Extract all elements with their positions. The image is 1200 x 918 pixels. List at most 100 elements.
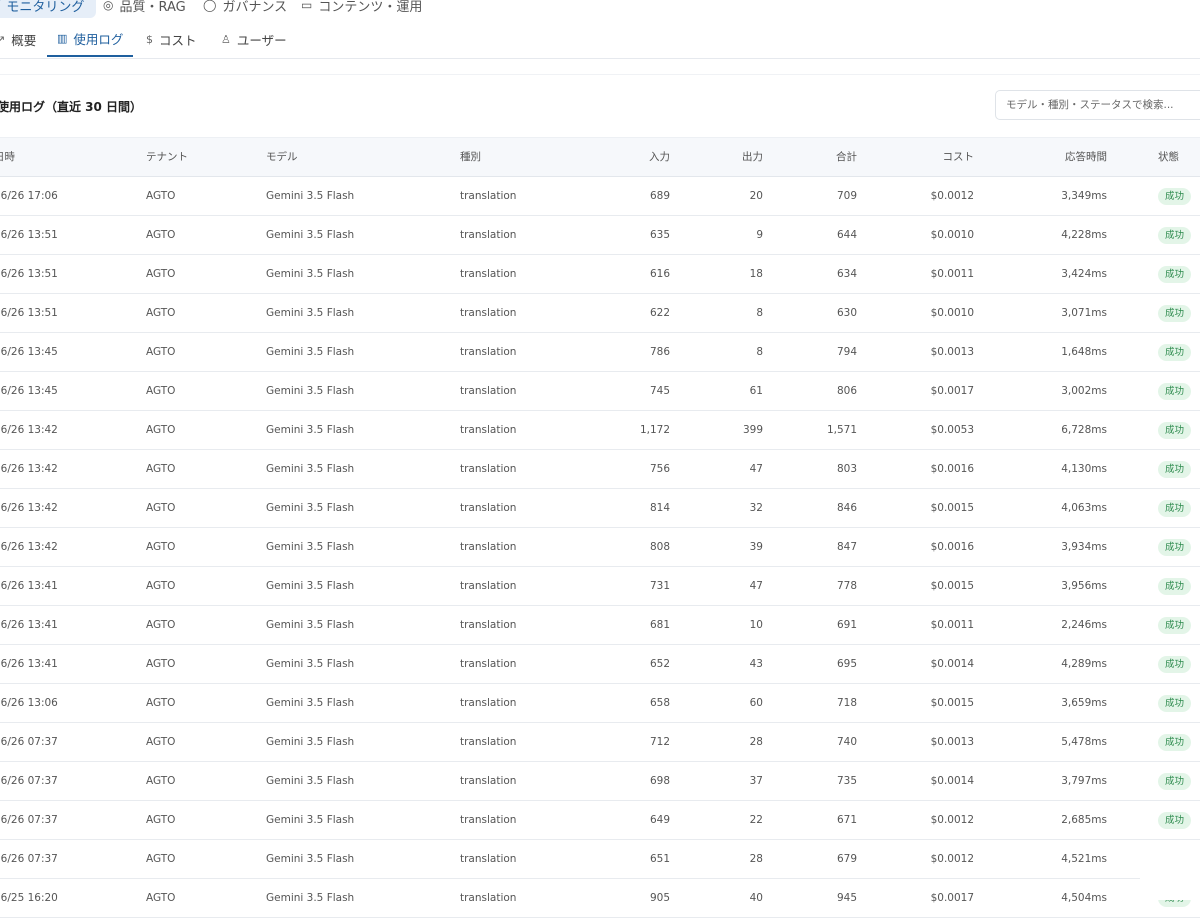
cell-output-tokens: 37 <box>750 762 763 800</box>
cell-datetime: 06/26 13:42 <box>0 489 58 527</box>
cell-status: 成功 <box>1158 723 1191 761</box>
table-row[interactable]: 06/26 13:42AGTOGemini 3.5 Flashtranslati… <box>0 528 1200 567</box>
table-row[interactable]: 06/26 07:37AGTOGemini 3.5 Flashtranslati… <box>0 801 1200 840</box>
table-row[interactable]: 06/26 07:37AGTOGemini 3.5 Flashtranslati… <box>0 723 1200 762</box>
cell-status: 成功 <box>1158 177 1191 215</box>
page-title: 使用ログ（直近 30 日間） <box>0 98 142 115</box>
cell-input-tokens: 652 <box>650 645 670 683</box>
cell-status: 成功 <box>1158 762 1191 800</box>
cell-type: translation <box>460 567 516 605</box>
cell-latency: 4,063ms <box>1061 489 1107 527</box>
cell-model: Gemini 3.5 Flash <box>266 723 354 761</box>
cell-model: Gemini 3.5 Flash <box>266 411 354 449</box>
cell-tenant: AGTO <box>146 177 175 215</box>
table-row[interactable]: 06/26 07:37AGTOGemini 3.5 Flashtranslati… <box>0 762 1200 801</box>
cell-cost: $0.0015 <box>931 567 974 605</box>
tab-label: ユーザー <box>237 30 287 49</box>
table-row[interactable]: 06/26 13:42AGTOGemini 3.5 Flashtranslati… <box>0 489 1200 528</box>
topnav-item-governance[interactable]: ◯ ガバナンス <box>203 0 287 18</box>
cell-total-tokens: 695 <box>837 645 857 683</box>
cell-model: Gemini 3.5 Flash <box>266 216 354 254</box>
cell-model: Gemini 3.5 Flash <box>266 684 354 722</box>
cell-tenant: AGTO <box>146 294 175 332</box>
search-input[interactable] <box>996 91 1200 119</box>
cell-input-tokens: 651 <box>650 840 670 878</box>
search-box[interactable] <box>995 90 1200 120</box>
column-header-input[interactable]: 入力 <box>649 138 670 176</box>
cell-total-tokens: 735 <box>837 762 857 800</box>
column-header-cost[interactable]: コスト <box>943 138 975 176</box>
dollar-icon: $ <box>146 33 153 46</box>
table-row[interactable]: 06/25 16:20AGTOGemini 3.5 Flashtranslati… <box>0 879 1200 918</box>
cell-datetime: 06/26 13:51 <box>0 255 58 293</box>
cell-model: Gemini 3.5 Flash <box>266 801 354 839</box>
cell-total-tokens: 740 <box>837 723 857 761</box>
cell-model: Gemini 3.5 Flash <box>266 177 354 215</box>
cell-datetime: 06/25 16:20 <box>0 879 58 917</box>
table-row[interactable]: 06/26 17:06AGTOGemini 3.5 Flashtranslati… <box>0 177 1200 216</box>
column-header-datetime[interactable]: 日時 <box>0 138 15 176</box>
cell-total-tokens: 945 <box>837 879 857 917</box>
table-body: 06/26 17:06AGTOGemini 3.5 Flashtranslati… <box>0 177 1200 918</box>
cell-total-tokens: 634 <box>837 255 857 293</box>
cell-total-tokens: 671 <box>837 801 857 839</box>
cell-input-tokens: 786 <box>650 333 670 371</box>
status-badge: 成功 <box>1158 227 1191 244</box>
cell-cost: $0.0016 <box>931 450 974 488</box>
column-header-output[interactable]: 出力 <box>742 138 763 176</box>
tab-usage-log[interactable]: ▥ 使用ログ <box>47 22 133 57</box>
cell-cost: $0.0012 <box>931 177 974 215</box>
topnav-item-monitoring[interactable]: ⟋ モニタリング <box>0 0 96 18</box>
divider <box>0 74 1200 75</box>
column-header-type[interactable]: 種別 <box>460 138 481 176</box>
table-header: 日時 テナント モデル 種別 入力 出力 合計 コスト 応答時間 状態 <box>0 137 1200 177</box>
cell-output-tokens: 32 <box>750 489 763 527</box>
tab-cost[interactable]: $ コスト <box>146 22 197 57</box>
cell-type: translation <box>460 645 516 683</box>
table-row[interactable]: 06/26 13:41AGTOGemini 3.5 Flashtranslati… <box>0 645 1200 684</box>
cell-datetime: 06/26 13:06 <box>0 684 58 722</box>
cell-status: 成功 <box>1158 684 1191 722</box>
topnav-item-quality-rag[interactable]: ◎ 品質・RAG <box>103 0 186 18</box>
cell-input-tokens: 905 <box>650 879 670 917</box>
table-row[interactable]: 06/26 13:51AGTOGemini 3.5 Flashtranslati… <box>0 294 1200 333</box>
table-row[interactable]: 06/26 13:41AGTOGemini 3.5 Flashtranslati… <box>0 567 1200 606</box>
cell-latency: 3,934ms <box>1061 528 1107 566</box>
table-row[interactable]: 06/26 13:06AGTOGemini 3.5 Flashtranslati… <box>0 684 1200 723</box>
cell-total-tokens: 718 <box>837 684 857 722</box>
cell-cost: $0.0013 <box>931 723 974 761</box>
cell-latency: 3,071ms <box>1061 294 1107 332</box>
cell-input-tokens: 649 <box>650 801 670 839</box>
table-row[interactable]: 06/26 13:45AGTOGemini 3.5 Flashtranslati… <box>0 333 1200 372</box>
cell-type: translation <box>460 879 516 917</box>
table-row[interactable]: 06/26 07:37AGTOGemini 3.5 Flashtranslati… <box>0 840 1200 879</box>
table-row[interactable]: 06/26 13:42AGTOGemini 3.5 Flashtranslati… <box>0 411 1200 450</box>
cell-datetime: 06/26 13:51 <box>0 216 58 254</box>
cell-datetime: 06/26 07:37 <box>0 801 58 839</box>
column-header-status[interactable]: 状態 <box>1158 138 1179 176</box>
column-header-latency[interactable]: 応答時間 <box>1065 138 1107 176</box>
cell-cost: $0.0015 <box>931 489 974 527</box>
cell-model: Gemini 3.5 Flash <box>266 606 354 644</box>
column-header-total[interactable]: 合計 <box>836 138 857 176</box>
table-row[interactable]: 06/26 13:45AGTOGemini 3.5 Flashtranslati… <box>0 372 1200 411</box>
cell-total-tokens: 709 <box>837 177 857 215</box>
cell-cost: $0.0017 <box>931 879 974 917</box>
cell-cost: $0.0053 <box>931 411 974 449</box>
table-row[interactable]: 06/26 13:51AGTOGemini 3.5 Flashtranslati… <box>0 255 1200 294</box>
cell-input-tokens: 635 <box>650 216 670 254</box>
cell-datetime: 06/26 13:45 <box>0 333 58 371</box>
cell-input-tokens: 814 <box>650 489 670 527</box>
tab-overview[interactable]: ↗ 概要 <box>0 22 36 57</box>
column-header-model[interactable]: モデル <box>266 138 298 176</box>
top-navigation: ⟋ モニタリング ◎ 品質・RAG ◯ ガバナンス ▭ コンテンツ・運用 <box>0 0 1200 22</box>
tab-users[interactable]: ♙ ユーザー <box>221 22 287 57</box>
cell-status: 成功 <box>1158 216 1191 254</box>
table-row[interactable]: 06/26 13:51AGTOGemini 3.5 Flashtranslati… <box>0 216 1200 255</box>
status-badge: 成功 <box>1158 266 1191 283</box>
topnav-item-content-ops[interactable]: ▭ コンテンツ・運用 <box>301 0 422 18</box>
cell-total-tokens: 1,571 <box>827 411 857 449</box>
table-row[interactable]: 06/26 13:42AGTOGemini 3.5 Flashtranslati… <box>0 450 1200 489</box>
table-row[interactable]: 06/26 13:41AGTOGemini 3.5 Flashtranslati… <box>0 606 1200 645</box>
column-header-tenant[interactable]: テナント <box>146 138 188 176</box>
